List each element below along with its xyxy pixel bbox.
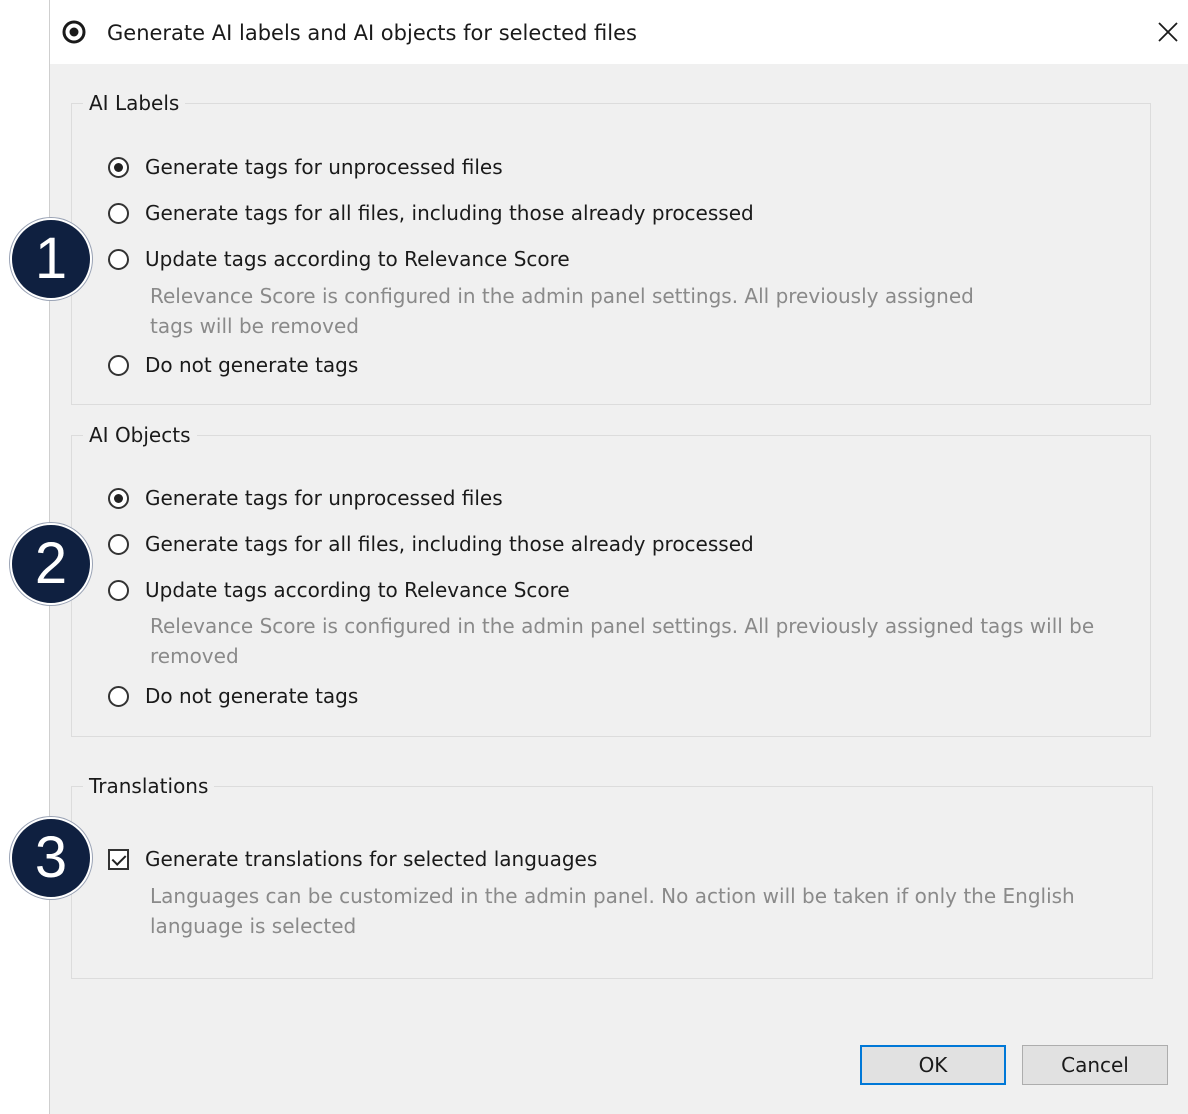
description-line: removed bbox=[150, 644, 239, 668]
description-line: Languages can be customized in the admin… bbox=[150, 884, 1075, 908]
translations-group: Translations Generate translations for s… bbox=[71, 772, 1153, 979]
title-bar: Generate AI labels and AI objects for se… bbox=[50, 0, 1188, 64]
dialog-title: Generate AI labels and AI objects for se… bbox=[107, 21, 637, 45]
callout-badge-3: 3 bbox=[10, 817, 92, 899]
option-label: Generate tags for unprocessed files bbox=[145, 486, 503, 510]
option-label: Generate tags for all files, including t… bbox=[145, 532, 754, 556]
ai-objects-group: AI Objects Generate tags for unprocessed… bbox=[71, 421, 1151, 737]
ai-objects-option-unprocessed[interactable]: Generate tags for unprocessed files bbox=[108, 483, 503, 513]
radio-button[interactable] bbox=[108, 685, 129, 707]
option-label: Generate tags for all files, including t… bbox=[145, 201, 754, 225]
radio-button[interactable] bbox=[108, 248, 129, 270]
radio-button[interactable] bbox=[108, 354, 129, 376]
cancel-button[interactable]: Cancel bbox=[1022, 1045, 1168, 1085]
translations-option[interactable]: Generate translations for selected langu… bbox=[108, 844, 597, 874]
ai-labels-option-unprocessed[interactable]: Generate tags for unprocessed files bbox=[108, 152, 503, 182]
option-label: Update tags according to Relevance Score bbox=[145, 578, 570, 602]
close-button[interactable] bbox=[1150, 14, 1186, 50]
ai-labels-group: AI Labels Generate tags for unprocessed … bbox=[71, 89, 1151, 405]
ai-objects-option-relevance[interactable]: Update tags according to Relevance Score bbox=[108, 575, 570, 605]
translations-description: Languages can be customized in the admin… bbox=[150, 881, 1075, 941]
close-icon bbox=[1158, 22, 1178, 42]
callout-badge-2: 2 bbox=[10, 523, 92, 605]
radio-button[interactable] bbox=[108, 533, 129, 555]
option-label: Do not generate tags bbox=[145, 353, 359, 377]
radio-button-selected[interactable] bbox=[108, 487, 129, 509]
ai-labels-legend: AI Labels bbox=[83, 89, 186, 117]
radio-button[interactable] bbox=[108, 579, 129, 601]
radio-button[interactable] bbox=[108, 202, 129, 224]
dialog-window: Generate AI labels and AI objects for se… bbox=[49, 0, 1188, 1114]
description-line: Relevance Score is configured in the adm… bbox=[150, 284, 974, 308]
radio-button-selected[interactable] bbox=[108, 156, 129, 178]
description-line: tags will be removed bbox=[150, 314, 359, 338]
ai-labels-relevance-description: Relevance Score is configured in the adm… bbox=[150, 281, 974, 341]
translations-legend: Translations bbox=[83, 772, 215, 800]
ai-labels-option-relevance[interactable]: Update tags according to Relevance Score bbox=[108, 244, 570, 274]
option-label: Generate tags for unprocessed files bbox=[145, 155, 503, 179]
ai-objects-option-none[interactable]: Do not generate tags bbox=[108, 681, 358, 711]
description-line: Relevance Score is configured in the adm… bbox=[150, 614, 1095, 638]
callout-badge-1: 1 bbox=[10, 218, 92, 300]
ai-labels-option-all-files[interactable]: Generate tags for all files, including t… bbox=[108, 198, 754, 228]
description-line: language is selected bbox=[150, 914, 357, 938]
ai-objects-relevance-description: Relevance Score is configured in the adm… bbox=[150, 611, 1094, 671]
ai-objects-legend: AI Objects bbox=[83, 421, 197, 449]
option-label: Generate translations for selected langu… bbox=[145, 847, 598, 871]
translations-checkbox[interactable] bbox=[108, 848, 129, 870]
target-logo-icon bbox=[62, 20, 86, 44]
ai-labels-option-none[interactable]: Do not generate tags bbox=[108, 350, 358, 380]
option-label: Do not generate tags bbox=[145, 684, 359, 708]
ai-objects-option-all-files[interactable]: Generate tags for all files, including t… bbox=[108, 529, 754, 559]
ok-button[interactable]: OK bbox=[860, 1045, 1006, 1085]
option-label: Update tags according to Relevance Score bbox=[145, 247, 570, 271]
